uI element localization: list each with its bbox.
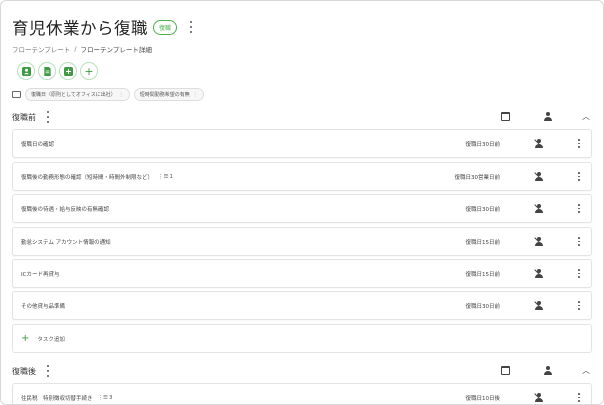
person-icon xyxy=(543,112,552,121)
task-due: 復職日30営業日前 xyxy=(454,174,501,181)
add-box-icon xyxy=(63,66,73,76)
task-more-icon[interactable] xyxy=(577,237,581,246)
section-header-after-return: 復職後 ︿ xyxy=(12,364,592,378)
condition-chip[interactable]: 短時間勤務希望の有無 ⋮ xyxy=(133,88,204,101)
task-row[interactable]: 復職後の待遇・給与反映の有無確認 復職日30日前 xyxy=(12,194,592,223)
task-row[interactable]: 復職後の勤務形態の確認（短時間・時間外制限など） ⋮☰ 1 復職日30営業日前 xyxy=(12,162,592,191)
assign-person-button[interactable] xyxy=(17,62,35,80)
page-title: 育児休業から復職 xyxy=(12,19,148,38)
task-name: 復職後の勤務形態の確認（短時間・時間外制限など） ⋮☰ 1 xyxy=(21,173,173,181)
task-more-icon[interactable] xyxy=(577,393,581,402)
task-name: 住民税 特別徴収切替手続き ⋮☰ 3 xyxy=(21,394,112,402)
section-more-icon[interactable] xyxy=(44,365,52,377)
status-badge: 復職 xyxy=(153,19,178,35)
task-due: 復職日30日前 xyxy=(465,141,501,148)
unassigned-person-icon[interactable] xyxy=(534,204,543,213)
chip-label: 復職日（原則としてオフィスに出社） xyxy=(31,92,116,98)
column-header-icons: ︿ xyxy=(472,110,592,124)
task-label: 復職後の勤務形態の確認（短時間・時間外制限など） xyxy=(21,174,154,181)
task-due: 復職日10日後 xyxy=(465,395,501,402)
task-label: 住民税 特別徴収切替手続き xyxy=(21,395,93,402)
task-due: 復職日30日前 xyxy=(465,303,501,310)
subtask-icon: ⋮☰ xyxy=(97,394,108,401)
action-buttons: + xyxy=(17,62,98,80)
section-more-icon[interactable] xyxy=(44,111,52,123)
task-due: 復職日15日前 xyxy=(465,271,501,278)
task-row[interactable]: 復職日の確認 復職日30日前 xyxy=(12,129,592,158)
task-row[interactable]: ICカード再貸与 復職日15日前 xyxy=(12,259,592,288)
add-task-label: タスク追加 xyxy=(37,336,65,343)
calendar-icon xyxy=(501,112,510,121)
subtask-count: ⋮☰ 1 xyxy=(158,174,173,180)
document-icon xyxy=(43,66,51,76)
title-row: 育児休業から復職 復職 xyxy=(12,14,592,40)
chip-label: 短時間勤務希望の有無 xyxy=(139,92,190,98)
plus-icon: + xyxy=(84,64,94,78)
chip-more-icon: ⋮ xyxy=(118,91,124,98)
subtask-count-value: 3 xyxy=(108,394,113,401)
task-more-icon[interactable] xyxy=(577,204,581,213)
section-header-before-return: 復職前 ︿ xyxy=(12,110,592,124)
task-due: 復職日15日前 xyxy=(465,239,501,246)
more-options-icon[interactable] xyxy=(187,21,195,33)
task-row[interactable]: 勤怠システム アカウント情報の通知 復職日15日前 xyxy=(12,227,592,256)
task-name: 復職後の待遇・給与反映の有無確認 xyxy=(21,205,109,213)
add-box-button[interactable] xyxy=(59,62,77,80)
add-task-button[interactable]: + タスク追加 xyxy=(12,324,592,353)
task-row[interactable]: 住民税 特別徴収切替手続き ⋮☰ 3 復職日10日後 xyxy=(12,383,592,404)
tag-row: 復職日（原則としてオフィスに出社） ⋮ 短時間勤務希望の有無 ⋮ xyxy=(12,88,204,101)
section-title: 復職前 xyxy=(12,112,36,122)
chevron-up-icon[interactable]: ︿ xyxy=(582,365,590,376)
unassigned-person-icon[interactable] xyxy=(534,301,543,310)
task-name: ICカード再貸与 xyxy=(21,270,59,278)
plus-icon: + xyxy=(21,333,30,344)
subtask-icon: ⋮☰ xyxy=(158,173,169,180)
task-due: 復職日30日前 xyxy=(465,206,501,213)
app-frame: 育児休業から復職 復職 フローテンプレート / フローテンプレート詳細 + 復職… xyxy=(0,0,604,405)
subtask-count: ⋮☰ 3 xyxy=(98,395,113,401)
breadcrumb-separator: / xyxy=(74,45,77,53)
calendar-icon xyxy=(501,366,510,375)
subtask-count-value: 1 xyxy=(169,173,173,180)
task-name: その他貸与品準備 xyxy=(21,302,65,310)
condition-chip[interactable]: 復職日（原則としてオフィスに出社） ⋮ xyxy=(25,88,130,101)
person-icon xyxy=(543,366,552,375)
task-label: 勤怠システム アカウント情報の通知 xyxy=(21,239,111,246)
chevron-up-icon[interactable]: ︿ xyxy=(582,111,590,122)
task-row[interactable]: その他貸与品準備 復職日30日前 xyxy=(12,291,592,320)
task-label: 復職後の待遇・給与反映の有無確認 xyxy=(21,206,110,213)
column-header-icons: ︿ xyxy=(472,364,592,378)
task-more-icon[interactable] xyxy=(577,301,581,310)
task-label: ICカード再貸与 xyxy=(21,271,60,278)
task-label: 復職日の確認 xyxy=(21,141,55,148)
chip-more-icon: ⋮ xyxy=(192,91,198,98)
add-button[interactable]: + xyxy=(80,62,98,80)
task-name: 復職日の確認 xyxy=(21,140,54,148)
task-more-icon[interactable] xyxy=(577,139,581,148)
unassigned-person-icon[interactable] xyxy=(534,172,543,181)
unassigned-person-icon[interactable] xyxy=(534,139,543,148)
document-button[interactable] xyxy=(38,62,56,80)
unassigned-person-icon[interactable] xyxy=(534,237,543,246)
breadcrumb-item-current: フローテンプレート詳細 xyxy=(80,46,152,54)
task-name: 勤怠システム アカウント情報の通知 xyxy=(21,238,111,246)
unassigned-person-icon[interactable] xyxy=(534,393,543,402)
task-more-icon[interactable] xyxy=(577,269,581,278)
page-header: 育児休業から復職 復職 フローテンプレート / フローテンプレート詳細 xyxy=(12,14,592,54)
breadcrumb: フローテンプレート / フローテンプレート詳細 xyxy=(12,44,592,54)
section-title: 復職後 xyxy=(12,366,36,376)
breadcrumb-item-templates[interactable]: フローテンプレート xyxy=(12,44,70,54)
task-more-icon[interactable] xyxy=(577,172,581,181)
person-icon xyxy=(21,66,31,76)
tag-icon xyxy=(12,91,21,98)
unassigned-person-icon[interactable] xyxy=(534,269,543,278)
task-label: その他貸与品準備 xyxy=(21,303,66,310)
